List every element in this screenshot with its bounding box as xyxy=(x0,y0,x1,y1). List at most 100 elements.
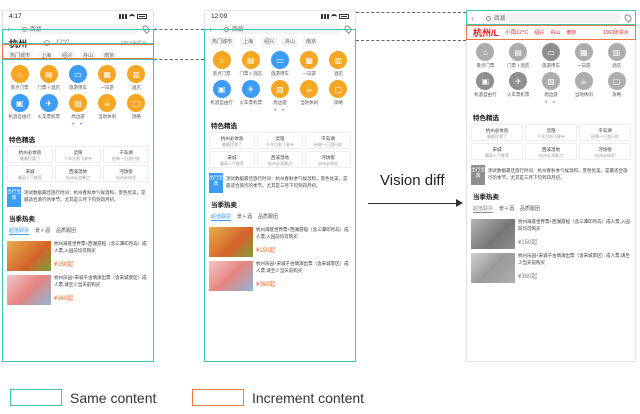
category-label: 一日游 xyxy=(577,63,591,68)
featured-item-sub: 经典一日游行程 xyxy=(591,134,619,140)
promo-tag: 出行宝典 xyxy=(471,165,485,185)
category-item: ▤ 门票＋酒店 xyxy=(502,43,535,69)
category-item: ☕ 当地休闲 xyxy=(567,72,600,98)
leisure-icon: ☕ xyxy=(574,72,593,90)
product-item: 杭州乐园+宋城千古情演出票（含宋城景区）成人票,请至少当天前购买 ¥360起 xyxy=(467,249,635,283)
legend-label-increment: Increment content xyxy=(252,389,365,406)
status-bar: 4:17 xyxy=(3,11,153,22)
featured-item-title: 千岛湖 xyxy=(598,128,612,133)
vision-diff-label: Vision diff xyxy=(380,172,445,189)
signal-icon xyxy=(321,14,329,19)
same-content-box-search-left xyxy=(2,29,154,44)
featured-item-sub: 杭州必体验 xyxy=(595,153,615,159)
category-label: 景点门票 xyxy=(476,63,495,68)
battery-icon xyxy=(137,14,147,19)
temple-icon: ⌂ xyxy=(476,43,495,61)
status-time: 4:17 xyxy=(9,13,22,20)
connector-line xyxy=(154,29,204,30)
arrow-line xyxy=(368,203,458,204)
status-time: 12:09 xyxy=(211,13,228,20)
diff-body: ⌂ 景点门票 ▤ 门票＋酒店 ▭ 旅游用车 ▦ 一日游 ▥ 酒店 ▣ 机酒自由行 ✈ 火车票机… xyxy=(467,39,635,283)
hot-sale-tabs: 超值联票 景＋酒 品质跟团 xyxy=(467,203,635,215)
category-item: ✈ 火车票机票 xyxy=(502,72,535,98)
hotel-icon: ▥ xyxy=(607,43,626,61)
product-image xyxy=(471,253,515,283)
promo-banner: 出行宝典 测试数据最佳旅行时间：杭州春秋季气候温和，景色优美，是最适合旅行的季节… xyxy=(467,160,635,187)
connector-line xyxy=(356,40,466,41)
status-bar: 12:09 xyxy=(205,11,355,22)
category-label: 当地休闲 xyxy=(574,92,593,97)
same-content-box-mid xyxy=(204,29,356,362)
ticket-hotel-icon: ▤ xyxy=(509,43,528,61)
hot-sale-title: 当季热卖 xyxy=(473,194,499,201)
map-icon: ▧ xyxy=(541,72,560,90)
legend-increment: Increment content xyxy=(192,389,364,406)
featured-title: 特色精选 xyxy=(473,115,499,122)
category-item: ▧ 周边游 xyxy=(535,72,568,98)
product-info: 杭州乐园+宋城千古情演出票（含宋城景区）成人票,请至少当天前购买 ¥360起 xyxy=(518,253,631,283)
featured-item-sub: 千年古刹飞来寺 xyxy=(537,134,565,140)
featured-item-sub: 最最优惠了 xyxy=(487,134,507,140)
featured-item-title: 西溪湿地 xyxy=(542,147,560,152)
featured-item-sub: 杭州必游景点 xyxy=(539,153,563,159)
category-label: 旅游用车 xyxy=(541,63,560,68)
category-item: ▦ 一日游 xyxy=(567,43,600,69)
legend-label-same: Same content xyxy=(70,389,157,406)
featured-item-title: 杭州必体验 xyxy=(485,128,509,133)
product-price: ¥360起 xyxy=(518,273,538,280)
increment-content-box-left xyxy=(2,44,154,59)
category-item: ▢ 攻略 xyxy=(600,72,633,98)
legend-same: Same content xyxy=(10,389,156,406)
phone-screenshot-diff: ‹ 西湖 杭州/L 小雨12°C 绍兴 舟山 南京 1063张票片 ⌂ 景点门票 … xyxy=(466,10,636,362)
category-item: ▣ 机酒自由行 xyxy=(469,72,502,98)
tab-group-tour: 品质跟团 xyxy=(520,206,541,212)
luggage-icon: ▣ xyxy=(476,72,495,90)
arrow-head-icon xyxy=(456,199,463,207)
product-item: 杭州海底世界票+西湖游船（含三潭印月岛）成人票,入园前均可购买 ¥150起 xyxy=(467,215,635,249)
featured-item-title: 河坊街 xyxy=(598,147,612,152)
connector-line xyxy=(356,12,466,13)
guide-icon: ▢ xyxy=(607,72,626,90)
promo-text: 测试数据最佳旅行时间：杭州春秋季气候温和，景色优美，是最适合旅行的季节。尤其是三… xyxy=(488,168,628,180)
featured-item: 灵隐 千年古刹飞来寺 xyxy=(525,124,577,141)
legend-swatch-increment xyxy=(192,389,244,406)
page-dots: • • xyxy=(545,100,557,106)
car-icon: ▭ xyxy=(541,43,560,61)
same-content-box-body-left xyxy=(2,59,154,362)
category-label: 周边游 xyxy=(544,92,558,97)
product-title: 杭州海底世界票+西湖游船（含三潭印月岛）成人票,入园前均可购买 xyxy=(518,219,630,231)
category-grid: ⌂ 景点门票 ▤ 门票＋酒店 ▭ 旅游用车 ▦ 一日游 ▥ 酒店 ▣ 机酒自由行 ✈ 火车票机… xyxy=(467,39,635,100)
category-item: ⌂ 景点门票 xyxy=(469,43,502,69)
featured-item-title: 宋城 xyxy=(492,147,502,152)
product-image xyxy=(471,219,515,249)
product-title: 杭州乐园+宋城千古情演出票（含宋城景区）成人票,请至少当天前购买 xyxy=(518,253,630,265)
signal-icon xyxy=(119,14,127,19)
legend-swatch-same xyxy=(10,389,62,406)
connector-line xyxy=(154,59,204,60)
category-label: 火车票机票 xyxy=(506,92,530,97)
status-icons xyxy=(119,14,147,19)
category-label: 机酒自由行 xyxy=(474,92,497,97)
battery-icon xyxy=(339,14,349,19)
plane-icon: ✈ xyxy=(509,72,528,90)
category-item: ▭ 旅游用车 xyxy=(535,43,568,69)
featured-item: 河坊街 杭州必体验 xyxy=(579,143,631,160)
featured-item: 杭州必体验 最最优惠了 xyxy=(471,124,523,141)
category-label: 门票＋酒店 xyxy=(506,63,530,68)
featured-item: 千岛湖 经典一日游行程 xyxy=(579,124,631,141)
wifi-icon xyxy=(331,14,337,19)
featured-grid: 杭州必体验 最最优惠了 灵隐 千年古刹飞来寺 千岛湖 经典一日游行程 宋城 最高人气推荐… xyxy=(467,124,635,160)
featured-item: 宋城 最高人气推荐 xyxy=(471,143,523,160)
tab-scenic-hotel: 景＋酒 xyxy=(499,206,515,212)
tab-combo: 超值联票 xyxy=(473,206,494,213)
product-info: 杭州海底世界票+西湖游船（含三潭印月岛）成人票,入园前均可购买 ¥150起 xyxy=(518,219,631,249)
featured-item: 西溪湿地 杭州必游景点 xyxy=(525,143,577,160)
status-icons xyxy=(321,14,349,19)
calendar-icon: ▦ xyxy=(574,43,593,61)
category-label: 酒店 xyxy=(612,63,622,68)
category-item: ▥ 酒店 xyxy=(600,43,633,69)
wifi-icon xyxy=(129,14,135,19)
category-label: 攻略 xyxy=(612,92,622,97)
increment-content-box-right xyxy=(466,25,636,40)
same-content-box-search-right xyxy=(466,10,636,25)
